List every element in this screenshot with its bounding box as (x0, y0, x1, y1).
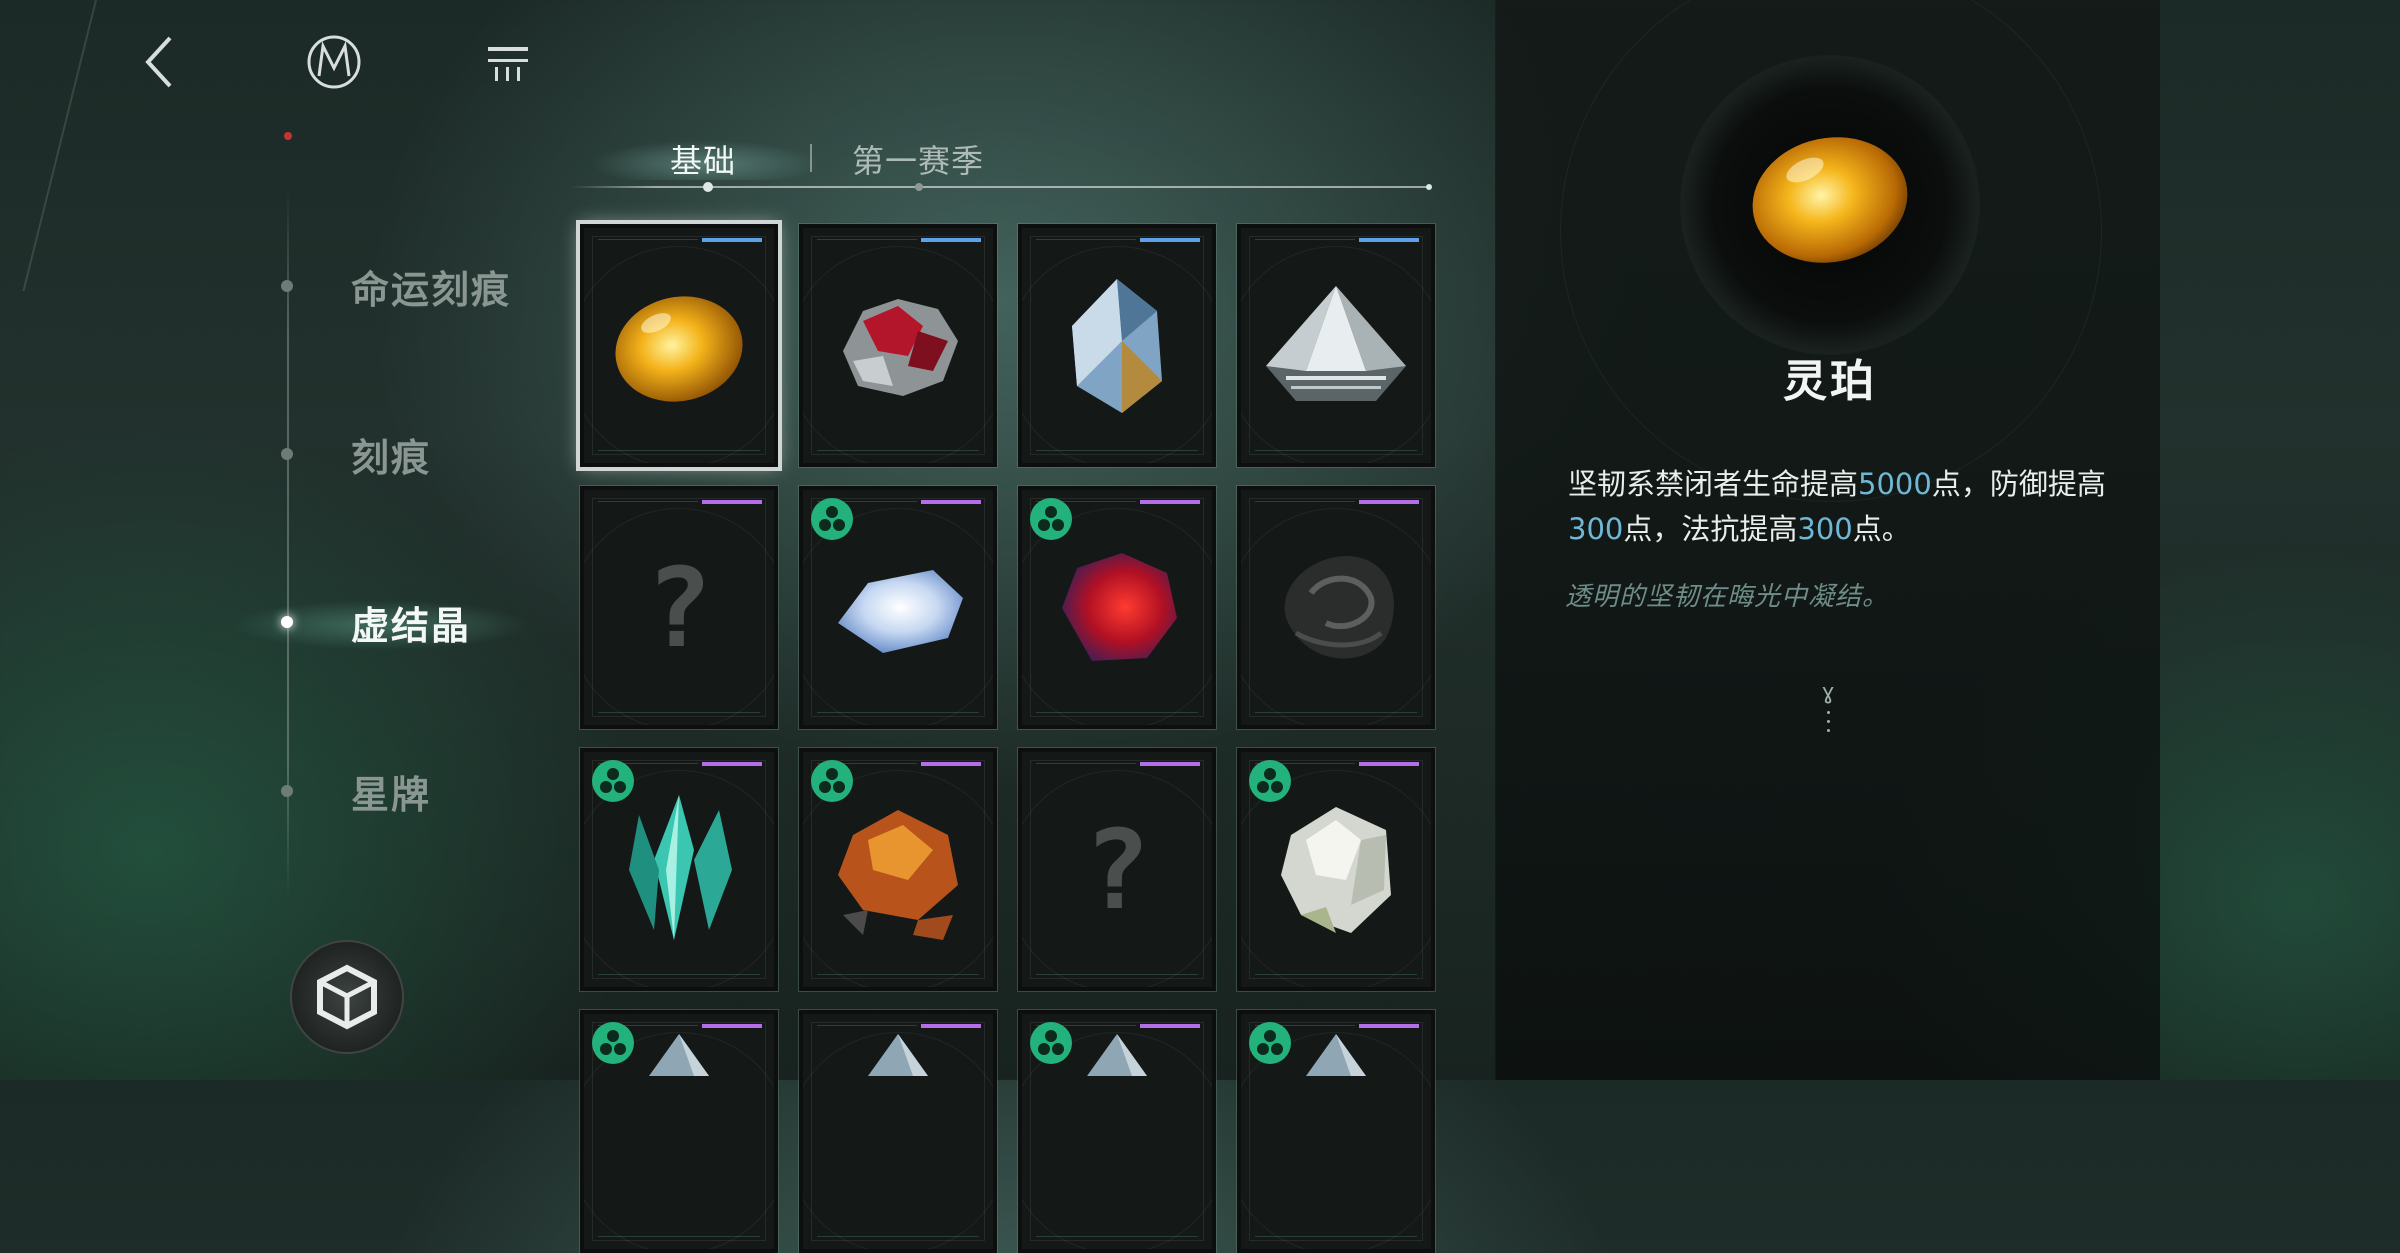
background-line (22, 0, 97, 292)
partial-2-crystal-image (803, 1014, 993, 1076)
trefoil-badge-icon (1249, 1022, 1291, 1064)
nav-item-void-crystal[interactable]: 虚结晶 (270, 592, 471, 652)
nav-dot (281, 448, 293, 460)
nav-item-fate-marks[interactable]: 命运刻痕 (270, 256, 511, 316)
tab-bar: 基础 第一赛季 (570, 130, 1432, 192)
desc-value-res: 300 (1797, 512, 1853, 546)
crystal-card-moonstone[interactable] (799, 486, 997, 729)
blue-gold-shard-crystal-image (1022, 228, 1212, 463)
tab-underline (570, 186, 1430, 188)
crystal-card-ruby-cluster[interactable] (1018, 486, 1216, 729)
marker-dot (1826, 711, 1830, 714)
tab-dot-season (915, 183, 923, 191)
desc-value-def: 300 (1568, 512, 1624, 546)
red-silver-ore-crystal-image (803, 228, 993, 463)
desc-text: 点。 (1852, 512, 1911, 546)
nav-label: 星牌 (351, 771, 432, 817)
crystal-card-partial-3[interactable] (1018, 1010, 1216, 1253)
crystal-card-black-obsidian[interactable] (1237, 486, 1435, 729)
desc-value-hp: 5000 (1858, 467, 1932, 501)
cube-button[interactable] (290, 940, 404, 1054)
nav-dot (281, 785, 293, 797)
nav-item-marks[interactable]: 刻痕 (270, 424, 431, 484)
detail-marker: ɣ (1818, 680, 1838, 750)
unknown-crystal-icon: ? (645, 543, 713, 672)
crystal-card-unknown[interactable]: ? (580, 486, 778, 729)
crystal-card-partial-1[interactable] (580, 1010, 778, 1253)
tab-basic[interactable]: 基础 (670, 136, 736, 182)
amber-crystal-image (584, 228, 774, 463)
trefoil-badge-icon (1030, 1022, 1072, 1064)
tab-season-one[interactable]: 第一赛季 (852, 136, 984, 182)
marker-dot (1826, 720, 1830, 723)
nav-dot-active (281, 616, 293, 628)
nav-dot (281, 280, 293, 292)
m-logo-icon (307, 35, 361, 89)
black-obsidian-crystal-image (1241, 490, 1431, 725)
tab-line-end (1426, 184, 1432, 190)
tab-dot-basic (703, 182, 713, 192)
card-footer-line (598, 1236, 760, 1237)
desc-text: 坚韧系禁闭者生命提高 (1568, 467, 1859, 501)
list-menu-icon (488, 47, 528, 81)
clear-pyramid-crystal-image (1241, 228, 1431, 463)
crystal-card-partial-2[interactable] (799, 1010, 997, 1253)
trefoil-badge-icon (1030, 498, 1072, 540)
crystal-name: 灵珀 (1783, 356, 1877, 407)
card-footer-line (1255, 1236, 1417, 1237)
nav-item-star-cards[interactable]: 星牌 (270, 761, 431, 821)
trefoil-badge-icon (592, 1022, 634, 1064)
nav-label: 虚结晶 (351, 602, 472, 648)
desc-text: 点，法抗提高 (1623, 512, 1798, 546)
brand-tag (284, 128, 298, 143)
unknown-crystal-icon: ? (1083, 805, 1151, 934)
nav-label: 命运刻痕 (351, 266, 512, 312)
tab-separator (810, 144, 812, 172)
logo-button[interactable] (302, 30, 366, 94)
crystal-card-white-quartz[interactable] (1237, 748, 1435, 991)
desc-text: 点，防御提高 (1931, 467, 2106, 501)
crystal-card-blue-gold-shard[interactable] (1018, 224, 1216, 467)
card-footer-line (1036, 1236, 1198, 1237)
chevron-left-icon (145, 36, 172, 88)
back-button[interactable] (128, 30, 192, 94)
crystal-flavor-text: 透明的坚韧在晦光中凝结。 (1565, 582, 1890, 612)
crystal-description: 坚韧系禁闭者生命提高5000点，防御提高300点，法抗提高300点。 (1568, 462, 2108, 552)
amber-crystal-image (1752, 137, 1908, 263)
crystal-card-clear-pyramid[interactable] (1237, 224, 1435, 467)
card-footer-line (817, 1236, 979, 1237)
marker-symbol: ɣ (1821, 680, 1835, 705)
crystal-card-amber[interactable] (580, 224, 778, 467)
trefoil-badge-icon (592, 760, 634, 802)
trefoil-badge-icon (811, 760, 853, 802)
crystal-card-unknown[interactable]: ? (1018, 748, 1216, 991)
nav-label: 刻痕 (351, 434, 432, 480)
crystal-card-partial-4[interactable] (1237, 1010, 1435, 1253)
marker-dot (1826, 729, 1830, 732)
crystal-card-teal-crystal[interactable] (580, 748, 778, 991)
crystal-card-orange-garnet[interactable] (799, 748, 997, 991)
menu-button[interactable] (476, 30, 540, 94)
trefoil-badge-icon (1249, 760, 1291, 802)
crystal-card-red-silver-ore[interactable] (799, 224, 997, 467)
trefoil-badge-icon (811, 498, 853, 540)
cube-icon (317, 964, 377, 1030)
